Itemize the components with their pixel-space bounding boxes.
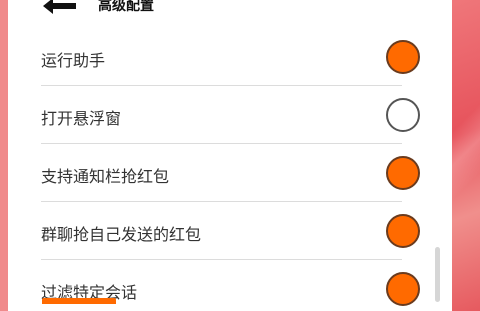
settings-list: 运行助手 打开悬浮窗 支持通知栏抢红包 群聊抢自己发送的红包 过滤特定会话	[8, 28, 452, 311]
settings-panel: 高级配置 运行助手 打开悬浮窗 支持通知栏抢红包 群聊抢自己发送的红包 过滤特定…	[8, 0, 452, 311]
setting-row-run-assistant[interactable]: 运行助手	[8, 28, 452, 86]
setting-label: 运行助手	[41, 51, 106, 70]
setting-row-grab-own-packet[interactable]: 群聊抢自己发送的红包	[8, 202, 452, 260]
scrollbar-thumb[interactable]	[435, 247, 440, 302]
toggle-radio[interactable]	[386, 98, 420, 132]
setting-label: 群聊抢自己发送的红包	[41, 225, 202, 244]
arrow-left-icon[interactable]	[40, 0, 80, 16]
bottom-accent-bar	[42, 298, 116, 304]
setting-row-floating-window[interactable]: 打开悬浮窗	[8, 86, 452, 144]
setting-label: 支持通知栏抢红包	[41, 167, 170, 186]
toggle-radio[interactable]	[386, 40, 420, 74]
toggle-radio[interactable]	[386, 156, 420, 190]
setting-row-notification-grab[interactable]: 支持通知栏抢红包	[8, 144, 452, 202]
toggle-radio[interactable]	[386, 272, 420, 306]
page-title: 高级配置	[98, 0, 154, 14]
toggle-radio[interactable]	[386, 214, 420, 248]
header: 高级配置	[8, 0, 452, 22]
setting-label: 打开悬浮窗	[41, 109, 122, 128]
